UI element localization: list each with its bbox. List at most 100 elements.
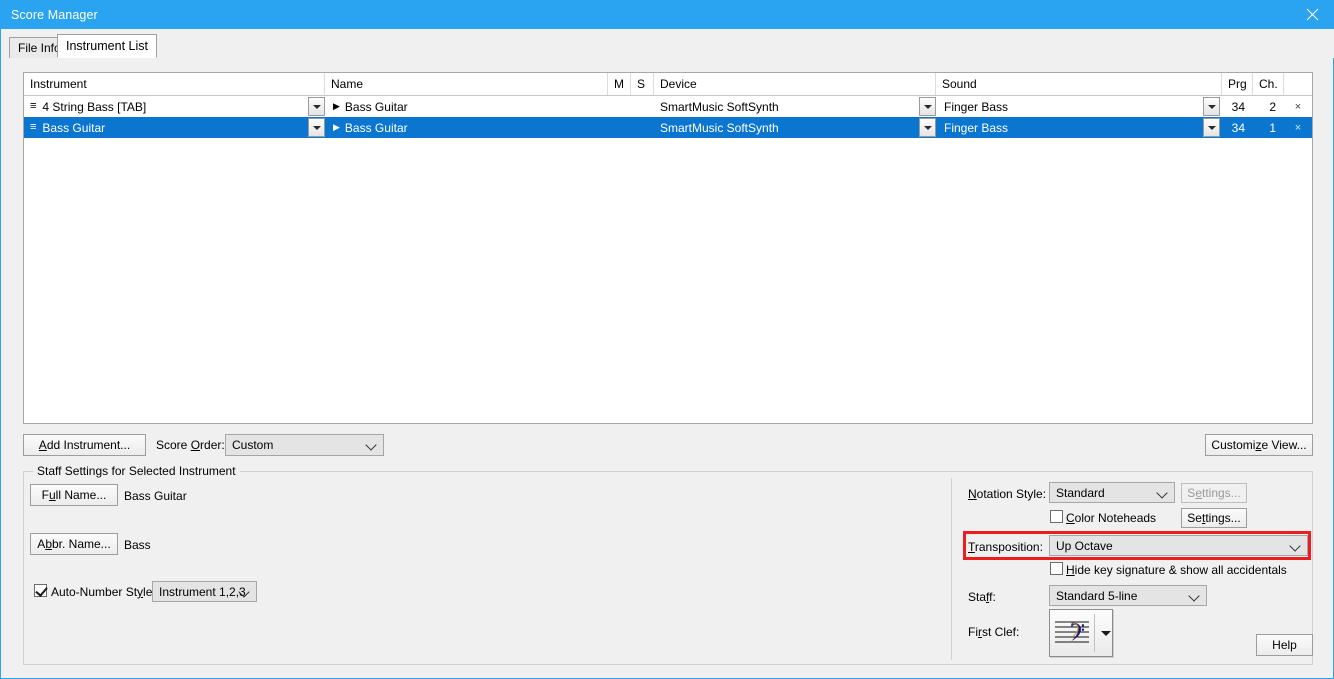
table-row[interactable]: ≡ Bass Guitar ▶ Bass Guitar SmartMusic S… bbox=[24, 117, 1312, 138]
row-instrument-cell[interactable]: ≡ 4 String Bass [TAB] bbox=[24, 96, 308, 117]
transposition-label: Transposition: bbox=[968, 540, 1043, 554]
score-order-value: Custom bbox=[232, 438, 273, 452]
staff-settings-group-title: Staff Settings for Selected Instrument bbox=[33, 464, 240, 478]
chevron-down-icon bbox=[1190, 591, 1199, 600]
row-delete-icon[interactable]: × bbox=[1284, 96, 1312, 117]
panel-divider bbox=[951, 478, 952, 660]
row-sound-dropdown-icon[interactable] bbox=[1203, 118, 1220, 137]
column-header-ch[interactable]: Ch. bbox=[1253, 73, 1284, 95]
grid-rows: ≡ 4 String Bass [TAB] ▶ Bass Guitar Smar… bbox=[24, 96, 1312, 138]
staff-value: Standard 5-line bbox=[1056, 589, 1137, 603]
instrument-list-grid[interactable]: Instrument Name M S Device Sound Prg Ch.… bbox=[23, 72, 1313, 424]
row-name-label: Bass Guitar bbox=[345, 100, 408, 114]
tab-file-info-label: File Info bbox=[18, 41, 61, 55]
transposition-select[interactable]: Up Octave bbox=[1049, 535, 1308, 556]
window-title: Score Manager bbox=[1, 8, 98, 22]
row-sound-dropdown-icon[interactable] bbox=[1203, 97, 1220, 116]
row-instrument-dropdown-icon[interactable] bbox=[308, 97, 325, 116]
drag-handle-icon[interactable]: ≡ bbox=[30, 122, 36, 133]
notation-settings-button: Settings... bbox=[1181, 483, 1247, 503]
staff-select[interactable]: Standard 5-line bbox=[1049, 585, 1207, 606]
grid-header-row: Instrument Name M S Device Sound Prg Ch. bbox=[24, 73, 1312, 96]
color-settings-button[interactable]: Settings... bbox=[1181, 508, 1247, 528]
column-header-m[interactable]: M bbox=[608, 73, 631, 95]
color-noteheads-label: Color Noteheads bbox=[1066, 511, 1156, 525]
close-icon[interactable] bbox=[1289, 0, 1334, 29]
staff-label: Staff: bbox=[968, 590, 996, 604]
hide-key-signature-checkbox[interactable] bbox=[1050, 562, 1063, 575]
row-name-cell[interactable]: ▶ Bass Guitar bbox=[327, 117, 608, 138]
row-device-dropdown-icon[interactable] bbox=[919, 97, 936, 116]
chevron-down-icon[interactable] bbox=[1101, 631, 1111, 636]
score-order-label: Score Order: bbox=[156, 438, 225, 452]
auto-number-style-select[interactable]: Instrument 1,2,3 bbox=[152, 581, 257, 602]
chevron-down-icon bbox=[367, 440, 376, 449]
notation-style-value: Standard bbox=[1056, 486, 1105, 500]
row-device-cell[interactable]: SmartMusic SoftSynth bbox=[654, 117, 919, 138]
score-manager-window: Score Manager File Info Instrument List … bbox=[0, 0, 1334, 679]
expand-arrow-icon[interactable]: ▶ bbox=[333, 101, 340, 112]
color-noteheads-checkbox[interactable] bbox=[1050, 510, 1063, 523]
column-header-delete[interactable] bbox=[1284, 73, 1312, 95]
row-device-dropdown-icon[interactable] bbox=[919, 118, 936, 137]
help-button[interactable]: Help bbox=[1256, 634, 1313, 656]
column-header-instrument[interactable]: Instrument bbox=[24, 73, 325, 95]
row-s-cell[interactable] bbox=[631, 96, 654, 117]
add-instrument-label-rest: dd Instrument... bbox=[47, 438, 130, 452]
customize-view-button[interactable]: Customize View... bbox=[1205, 434, 1313, 456]
column-header-sound[interactable]: Sound bbox=[936, 73, 1222, 95]
score-order-select[interactable]: Custom bbox=[225, 434, 384, 456]
tab-strip: File Info Instrument List bbox=[1, 29, 1334, 58]
chevron-down-icon bbox=[1158, 488, 1167, 497]
transposition-value: Up Octave bbox=[1056, 539, 1113, 553]
notation-style-label: Notation Style: bbox=[968, 487, 1046, 501]
row-ch-cell[interactable]: 2 bbox=[1253, 96, 1284, 117]
column-header-prg-label: Prg bbox=[1228, 77, 1247, 91]
first-clef-label: First Clef: bbox=[968, 625, 1019, 639]
drag-handle-icon[interactable]: ≡ bbox=[30, 101, 36, 112]
column-header-name[interactable]: Name bbox=[325, 73, 608, 95]
column-header-instrument-label: Instrument bbox=[30, 77, 87, 91]
row-sound-cell[interactable]: Finger Bass bbox=[938, 117, 1203, 138]
help-button-label: Help bbox=[1272, 638, 1297, 652]
column-header-device[interactable]: Device bbox=[654, 73, 936, 95]
chevron-down-icon bbox=[1291, 541, 1300, 550]
auto-number-style-checkbox[interactable] bbox=[34, 584, 47, 597]
column-header-prg[interactable]: Prg bbox=[1222, 73, 1253, 95]
table-row[interactable]: ≡ 4 String Bass [TAB] ▶ Bass Guitar Smar… bbox=[24, 96, 1312, 117]
abbr-name-button[interactable]: Abbr. Name... bbox=[30, 533, 118, 555]
chevron-down-icon bbox=[240, 587, 249, 596]
column-header-m-label: M bbox=[614, 77, 624, 91]
column-header-name-label: Name bbox=[331, 77, 363, 91]
row-instrument-dropdown-icon[interactable] bbox=[308, 118, 325, 137]
first-clef-button[interactable] bbox=[1049, 609, 1113, 657]
hide-key-signature-label: Hide key signature & show all accidental… bbox=[1066, 563, 1287, 577]
expand-arrow-icon[interactable]: ▶ bbox=[333, 122, 340, 133]
full-name-button[interactable]: Full Name... bbox=[30, 484, 118, 506]
row-instrument-cell[interactable]: ≡ Bass Guitar bbox=[24, 117, 308, 138]
row-delete-icon[interactable]: × bbox=[1284, 117, 1312, 138]
row-sound-cell[interactable]: Finger Bass bbox=[938, 96, 1203, 117]
row-instrument-label: Bass Guitar bbox=[42, 121, 105, 135]
row-s-cell[interactable] bbox=[631, 117, 654, 138]
notation-style-select[interactable]: Standard bbox=[1049, 482, 1175, 503]
auto-number-style-value: Instrument 1,2,3 bbox=[159, 585, 246, 599]
auto-number-style-label: Auto-Number Style: bbox=[51, 585, 156, 599]
full-name-value: Bass Guitar bbox=[124, 489, 187, 503]
column-header-s-label: S bbox=[637, 77, 645, 91]
row-name-cell[interactable]: ▶ Bass Guitar bbox=[327, 96, 608, 117]
column-header-device-label: Device bbox=[660, 77, 697, 91]
row-m-cell[interactable] bbox=[608, 117, 631, 138]
row-prg-cell[interactable]: 34 bbox=[1222, 96, 1253, 117]
row-prg-cell[interactable]: 34 bbox=[1222, 117, 1253, 138]
column-header-s[interactable]: S bbox=[631, 73, 654, 95]
tab-instrument-list[interactable]: Instrument List bbox=[57, 34, 157, 58]
tab-instrument-list-label: Instrument List bbox=[66, 39, 148, 53]
row-device-cell[interactable]: SmartMusic SoftSynth bbox=[654, 96, 919, 117]
row-instrument-label: 4 String Bass [TAB] bbox=[42, 100, 146, 114]
row-m-cell[interactable] bbox=[608, 96, 631, 117]
clef-button-divider bbox=[1094, 614, 1095, 652]
row-ch-cell[interactable]: 1 bbox=[1253, 117, 1284, 138]
title-bar: Score Manager bbox=[1, 0, 1334, 29]
add-instrument-button[interactable]: Add Instrument... bbox=[23, 434, 146, 456]
